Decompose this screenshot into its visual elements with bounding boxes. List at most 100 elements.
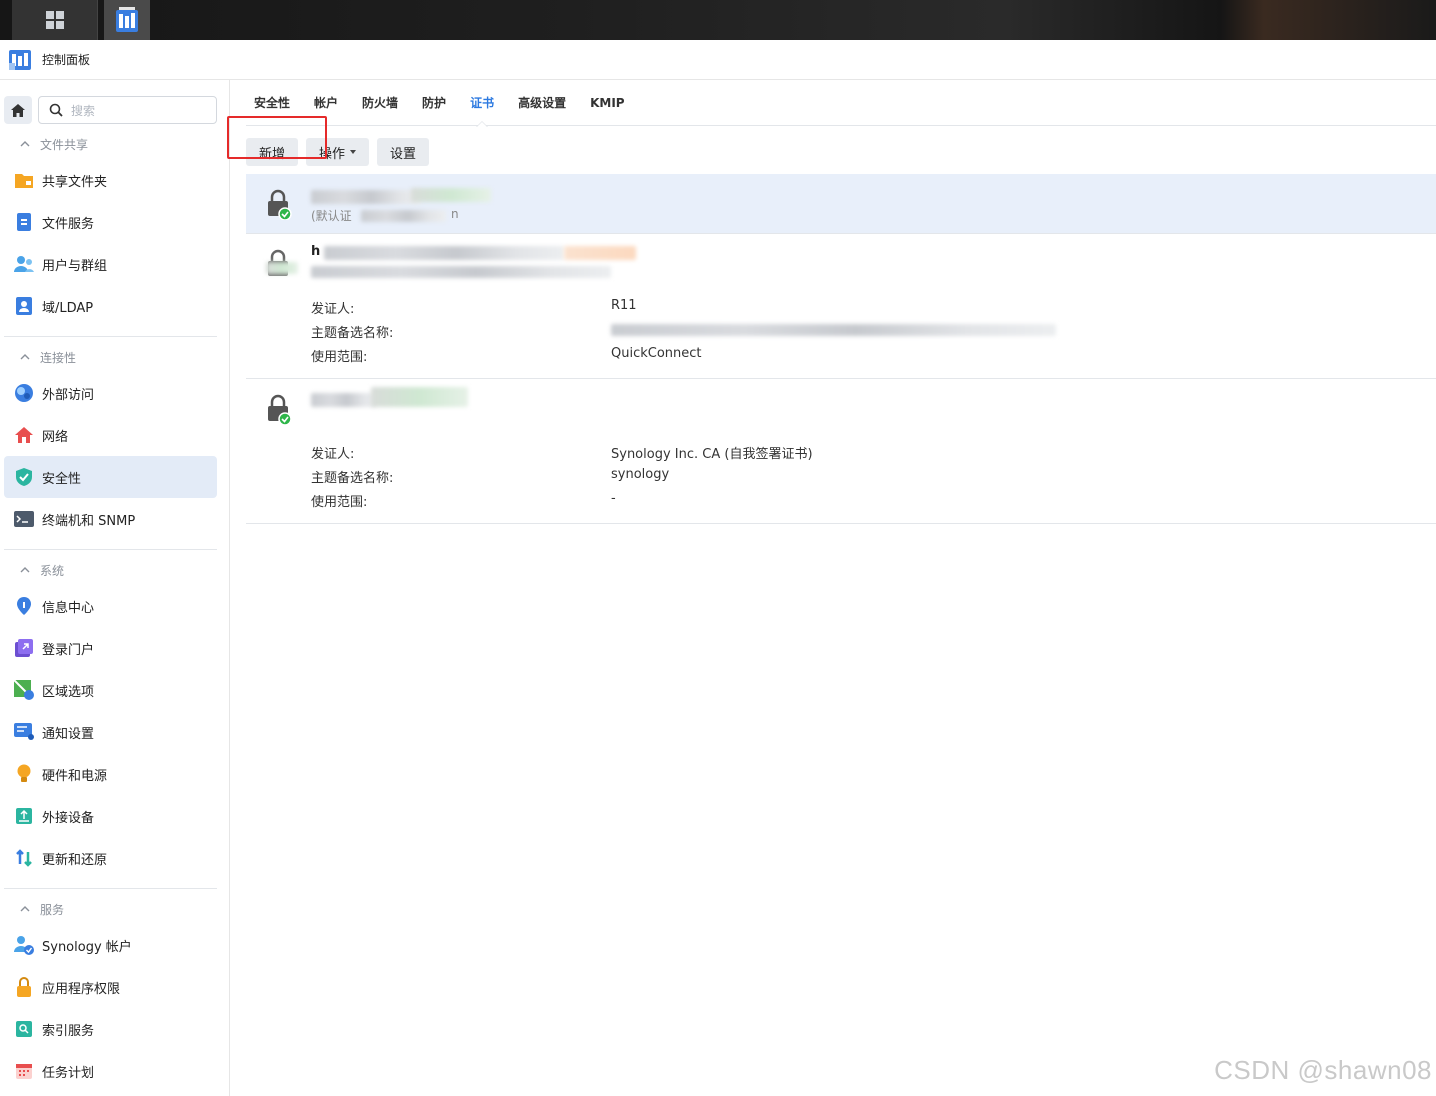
sidebar-item-users-groups[interactable]: 用户与群组 (4, 243, 217, 285)
certificate-subtitle: (默认证 (311, 209, 352, 223)
app-privileges-icon (14, 977, 34, 997)
sidebar-item-external-access[interactable]: 外部访问 (4, 372, 217, 414)
san-value: synology (611, 467, 670, 482)
sidebar-item-update-restore[interactable]: 更新和还原 (4, 837, 217, 879)
redacted-subtitle (311, 266, 611, 278)
regional-options-icon (14, 680, 34, 700)
certificate-row[interactable]: 发证人: Synology Inc. CA (自我签署证书) 主题备选名称: s… (246, 379, 1436, 524)
issuer-value: Synology Inc. CA (自我签署证书) (611, 447, 813, 462)
terminal-icon (14, 509, 34, 529)
control-panel-icon (9, 49, 31, 70)
sidebar: 搜索 文件共享 共享文件夹 文件服务 用户与群组 域/LDAP 连接性 外部访问… (0, 80, 230, 1096)
indexing-service-icon (14, 1019, 34, 1039)
group-header-file-sharing[interactable]: 文件共享 (0, 130, 229, 158)
caret-down-icon (350, 150, 357, 154)
redacted-name (311, 190, 421, 204)
certificate-row[interactable]: h 发证人: R11 主题备选名称: 使用范围: QuickConnect (246, 234, 1436, 379)
sidebar-item-synology-account[interactable]: Synology 帐户 (4, 924, 217, 966)
sidebar-item-info-center[interactable]: 信息中心 (4, 585, 217, 627)
settings-button[interactable]: 设置 (377, 138, 430, 166)
control-panel-taskbar-button[interactable] (104, 0, 150, 40)
issuer-row: 发证人: Synology Inc. CA (自我签署证书) (311, 443, 1211, 462)
sidebar-item-task-scheduler[interactable]: 任务计划 (4, 1050, 217, 1092)
sidebar-item-security[interactable]: 安全性 (4, 456, 217, 498)
tab-firewall[interactable]: 防火墙 (354, 80, 406, 126)
sidebar-item-file-services[interactable]: 文件服务 (4, 201, 217, 243)
search-placeholder: 搜索 (71, 103, 96, 118)
group-header-connectivity[interactable]: 连接性 (0, 343, 229, 371)
sidebar-item-terminal-snmp[interactable]: 终端机和 SNMP (4, 498, 217, 540)
hardware-power-icon (14, 764, 34, 784)
window-titlebar: 控制面板 (0, 40, 1436, 80)
sidebar-divider (4, 549, 217, 550)
window-title: 控制面板 (42, 53, 91, 67)
folder-share-icon (14, 170, 34, 190)
sidebar-item-network[interactable]: 网络 (4, 414, 217, 456)
sidebar-item-shared-folder[interactable]: 共享文件夹 (4, 159, 217, 201)
redacted-san (611, 324, 1056, 336)
redacted-name (311, 393, 376, 407)
control-panel-icon (116, 7, 138, 32)
redacted-subtitle (361, 210, 446, 222)
scope-value: - (611, 491, 616, 506)
sidebar-item-external-devices[interactable]: 外接设备 (4, 795, 217, 837)
security-shield-icon (14, 467, 34, 487)
sidebar-divider (4, 888, 217, 889)
sidebar-item-login-portal[interactable]: 登录门户 (4, 627, 217, 669)
lock-check-icon (268, 189, 292, 220)
certificate-name: h (311, 244, 321, 259)
toolbar: 新增 操作 设置 (227, 116, 437, 166)
home-icon (11, 103, 25, 117)
ldap-icon (14, 296, 34, 316)
users-groups-icon (14, 254, 34, 274)
sidebar-divider (4, 336, 217, 337)
grid-icon (45, 11, 64, 29)
redacted-name (324, 246, 564, 260)
network-icon (14, 425, 34, 445)
sidebar-item-regional-options[interactable]: 区域选项 (4, 669, 217, 711)
home-button[interactable] (4, 96, 32, 124)
main-content: 安全性 帐户 防火墙 防护 证书 高级设置 KMIP 新增 操作 设置 (默认证… (227, 80, 1436, 1096)
chevron-up-icon (20, 906, 30, 912)
certificate-subtitle-tail: n (451, 207, 459, 221)
tab-kmip[interactable]: KMIP (582, 80, 633, 126)
issuer-value: R11 (611, 298, 637, 313)
redacted-name (411, 188, 491, 202)
sidebar-item-indexing-service[interactable]: 索引服务 (4, 1008, 217, 1050)
scope-row: 使用范围: - (311, 491, 616, 510)
chevron-up-icon (20, 141, 30, 147)
group-header-system[interactable]: 系统 (0, 556, 229, 584)
sidebar-item-domain-ldap[interactable]: 域/LDAP (4, 285, 217, 327)
sidebar-item-hardware-power[interactable]: 硬件和电源 (4, 753, 217, 795)
task-scheduler-icon (14, 1061, 34, 1081)
chevron-up-icon (20, 354, 30, 360)
scope-value: QuickConnect (611, 346, 702, 361)
tab-protection[interactable]: 防护 (414, 80, 454, 126)
highlight-annotation-box (227, 116, 327, 159)
lock-check-icon (268, 394, 292, 425)
external-devices-icon (14, 806, 34, 826)
update-restore-icon (14, 848, 34, 868)
tab-advanced[interactable]: 高级设置 (510, 80, 574, 126)
info-center-icon (14, 596, 34, 616)
certificate-row[interactable]: (默认证 n (246, 174, 1436, 234)
search-icon (49, 103, 63, 117)
watermark: CSDN @shawn08 (1214, 1055, 1432, 1085)
search-input[interactable]: 搜索 (38, 96, 217, 124)
scope-row: 使用范围: QuickConnect (311, 346, 702, 365)
main-menu-button[interactable] (12, 0, 98, 40)
redacted-name (564, 246, 636, 260)
group-header-services[interactable]: 服务 (0, 895, 229, 923)
notification-icon (14, 722, 34, 742)
synology-account-icon (14, 935, 34, 955)
taskbar (0, 0, 1436, 40)
issuer-row: 发证人: R11 (311, 298, 637, 317)
tab-bar: 安全性 帐户 防火墙 防护 证书 高级设置 KMIP (246, 80, 1436, 127)
login-portal-icon (14, 638, 34, 658)
tab-certificate[interactable]: 证书 (462, 80, 502, 127)
redacted-status (266, 262, 298, 274)
redacted-name (371, 387, 468, 407)
sidebar-item-app-privileges[interactable]: 应用程序权限 (4, 966, 217, 1008)
external-access-icon (14, 383, 34, 403)
sidebar-item-notification[interactable]: 通知设置 (4, 711, 217, 753)
